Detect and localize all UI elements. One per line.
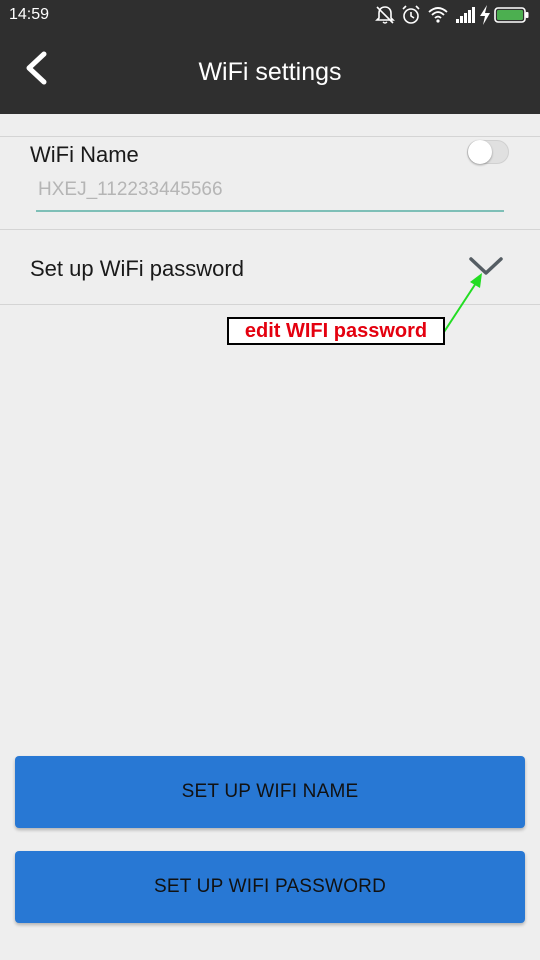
wifi-name-input[interactable] [36,174,504,212]
wifi-signal-icon [428,7,448,23]
wifi-name-label: WiFi Name [30,142,139,167]
battery-icon [494,7,529,23]
divider [0,136,540,137]
set-wifi-password-label: Set up WiFi password [30,256,244,281]
app-bar: WiFi settings [0,30,540,114]
annotation-label: edit WIFI password [227,317,445,345]
annotation-arrow-icon [443,273,482,333]
mute-icon [375,6,395,24]
charging-icon [480,5,490,25]
toggle-knob [468,140,492,164]
cell-signal-icon [456,7,475,23]
wifi-name-toggle[interactable] [467,140,509,164]
set-up-wifi-password-button[interactable]: SET UP WIFI PASSWORD [15,851,525,923]
page-title: WiFi settings [198,58,342,86]
alarm-icon [402,5,420,24]
set-up-wifi-name-button[interactable]: SET UP WIFI NAME [15,756,525,828]
status-bar: 14:59 [0,0,540,30]
status-time: 14:59 [9,6,50,23]
